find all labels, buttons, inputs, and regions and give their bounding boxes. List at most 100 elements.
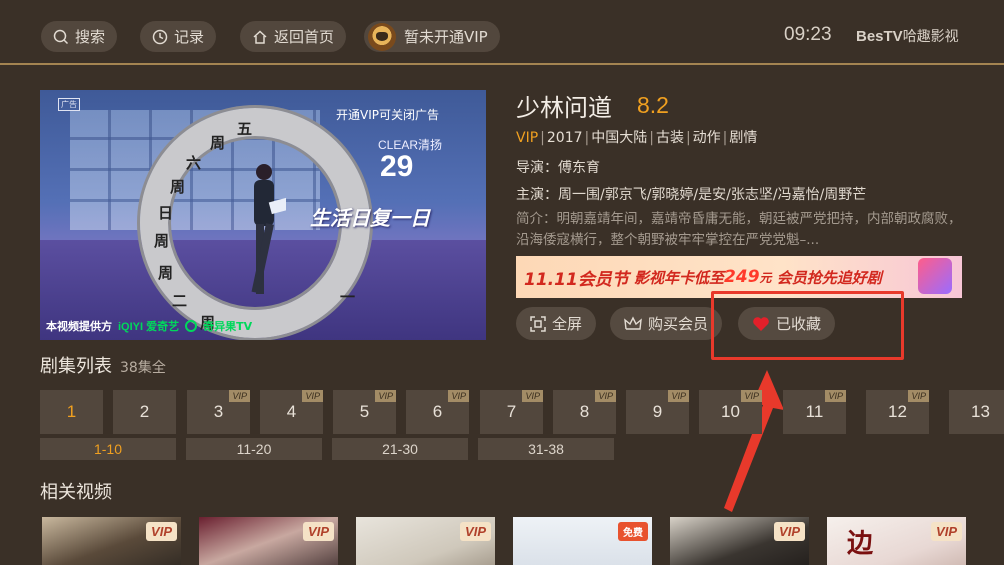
related-video-card[interactable]: VIP	[199, 517, 338, 565]
vip-badge: VIP	[741, 390, 762, 402]
episode-section-label: 剧集列表	[40, 356, 112, 377]
episode-tile[interactable]: 10 VIP	[699, 390, 762, 434]
promo-price: 249	[724, 267, 760, 287]
ad-tag: 广告	[58, 98, 80, 111]
clock-icon	[152, 29, 168, 44]
episode-number: 13	[971, 402, 990, 421]
episode-number: 8	[579, 402, 590, 421]
ad-number: 29	[380, 150, 414, 183]
tag-vip: VIP	[516, 130, 539, 146]
tag-region: 中国大陆	[591, 130, 648, 146]
search-button[interactable]: 搜索	[41, 21, 118, 52]
buy-vip-button[interactable]: 购买会员	[610, 307, 723, 340]
episode-number: 5	[359, 402, 370, 421]
episode-count: 38集全	[120, 360, 166, 376]
episode-number: 3	[213, 402, 224, 421]
search-icon	[53, 29, 69, 44]
ring-char: 周	[158, 264, 174, 282]
related-video-card[interactable]: VIP	[42, 517, 181, 565]
episode-tile[interactable]: 5 VIP	[333, 390, 396, 434]
episode-tile[interactable]: 8 VIP	[553, 390, 616, 434]
episode-tile[interactable]: 3 VIP	[187, 390, 250, 434]
episode-tile[interactable]: 6 VIP	[406, 390, 469, 434]
top-divider	[0, 63, 1004, 65]
ad-close-tip[interactable]: 开通VIP可关闭广告	[336, 106, 439, 123]
ring-char: 周	[210, 134, 226, 152]
vip-badge: VIP	[146, 522, 177, 541]
vip-badge: VIP	[448, 390, 469, 402]
tag-genre: 剧情	[729, 130, 758, 146]
episode-number: 11	[805, 402, 824, 421]
gift-icon	[918, 258, 952, 294]
tag-year: 2017	[546, 130, 583, 146]
vip-badge: VIP	[774, 522, 805, 541]
episode-tile[interactable]: 13	[949, 390, 1004, 434]
vip-badge: VIP	[931, 522, 962, 541]
related-video-card[interactable]: VIP	[670, 517, 809, 565]
episode-tile[interactable]: 9 VIP	[626, 390, 689, 434]
home-label: 返回首页	[274, 28, 335, 46]
vip-badge: VIP	[668, 390, 689, 402]
episode-number: 10	[721, 402, 740, 421]
brand-logo: BesTV哈趣影视	[856, 26, 959, 46]
ad-slogan: 生活日复一日	[310, 206, 430, 230]
vip-badge: VIP	[825, 390, 846, 402]
episode-number: 4	[286, 402, 297, 421]
show-score: 8.2	[637, 92, 669, 118]
episode-tile[interactable]: 11 VIP	[783, 390, 846, 434]
promo-unit: 元	[759, 270, 772, 285]
avatar	[368, 22, 396, 51]
ring-char: 周	[170, 178, 186, 196]
highlight-box	[711, 291, 904, 360]
episode-range-tab[interactable]: 21-30	[332, 438, 468, 460]
clock: 09:23	[784, 24, 832, 45]
director-line: 导演：傅东育	[516, 160, 600, 176]
tag-genre: 动作	[692, 130, 721, 146]
episode-range-tab[interactable]: 31-38	[478, 438, 614, 460]
episode-number: 9	[652, 402, 663, 421]
vip-status-label: 暂未开通VIP	[404, 28, 488, 46]
episode-tile[interactable]: 12 VIP	[866, 390, 929, 434]
brand-cn: 哈趣影视	[902, 28, 959, 44]
fullscreen-button[interactable]: 全屏	[516, 307, 597, 340]
episode-tile[interactable]: 4 VIP	[260, 390, 323, 434]
ring-char: 周	[154, 232, 170, 250]
vip-badge: VIP	[303, 522, 334, 541]
related-video-card[interactable]: VIP	[356, 517, 495, 565]
episode-tile[interactable]: 7 VIP	[480, 390, 543, 434]
home-button[interactable]: 返回首页	[240, 21, 347, 52]
promo-event: 11.11会员节	[524, 269, 629, 290]
ring-char: 五	[237, 120, 253, 138]
episode-tile[interactable]: 1	[40, 390, 103, 434]
ad-woman-figure	[251, 164, 286, 294]
vip-badge: VIP	[375, 390, 396, 402]
episode-tile[interactable]: 2	[113, 390, 176, 434]
free-badge: 免费	[618, 522, 648, 541]
qiyi-tv-logo: 奇异果TV	[203, 320, 253, 333]
search-label: 搜索	[75, 28, 106, 46]
episode-range-tab[interactable]: 1-10	[40, 438, 176, 460]
episode-range-tab[interactable]: 11-20	[186, 438, 322, 460]
cast-line: 主演：周一围/郭京飞/郭晓婷/是安/张志坚/冯嘉怡/周野芒	[516, 187, 867, 203]
episode-number: 6	[432, 402, 443, 421]
iqiyi-logo: iQIYI 爱奇艺	[118, 321, 180, 333]
promo-offer: 影视年卡低至	[634, 268, 725, 287]
buy-vip-label: 购买会员	[648, 315, 709, 333]
related-video-card[interactable]: 边 VIP	[827, 517, 966, 565]
poster-text: 边	[847, 529, 874, 559]
tv-icon	[185, 320, 198, 332]
ring-char: 六	[186, 154, 202, 172]
history-label: 记录	[174, 28, 205, 46]
show-tags: VIP | 2017 | 中国大陆 | 古装 | 动作 | 剧情	[516, 130, 758, 146]
history-button[interactable]: 记录	[140, 21, 217, 52]
ring-char: 二	[172, 292, 188, 310]
related-video-card[interactable]: 免费	[513, 517, 652, 565]
promo-cta: 会员抢先追好剧	[776, 268, 882, 287]
crown-icon	[624, 315, 642, 330]
vip-status-button[interactable]: 暂未开通VIP	[364, 21, 500, 52]
related-section-title: 相关视频	[40, 482, 112, 503]
vip-badge: VIP	[302, 390, 323, 402]
video-player[interactable]: 五 周 六 周 日 周 周 二 周 一 广告 开通VIP可关闭广告 CLEAR清…	[40, 90, 486, 340]
episode-number: 1	[66, 402, 77, 421]
ring-char: 日	[158, 204, 174, 222]
